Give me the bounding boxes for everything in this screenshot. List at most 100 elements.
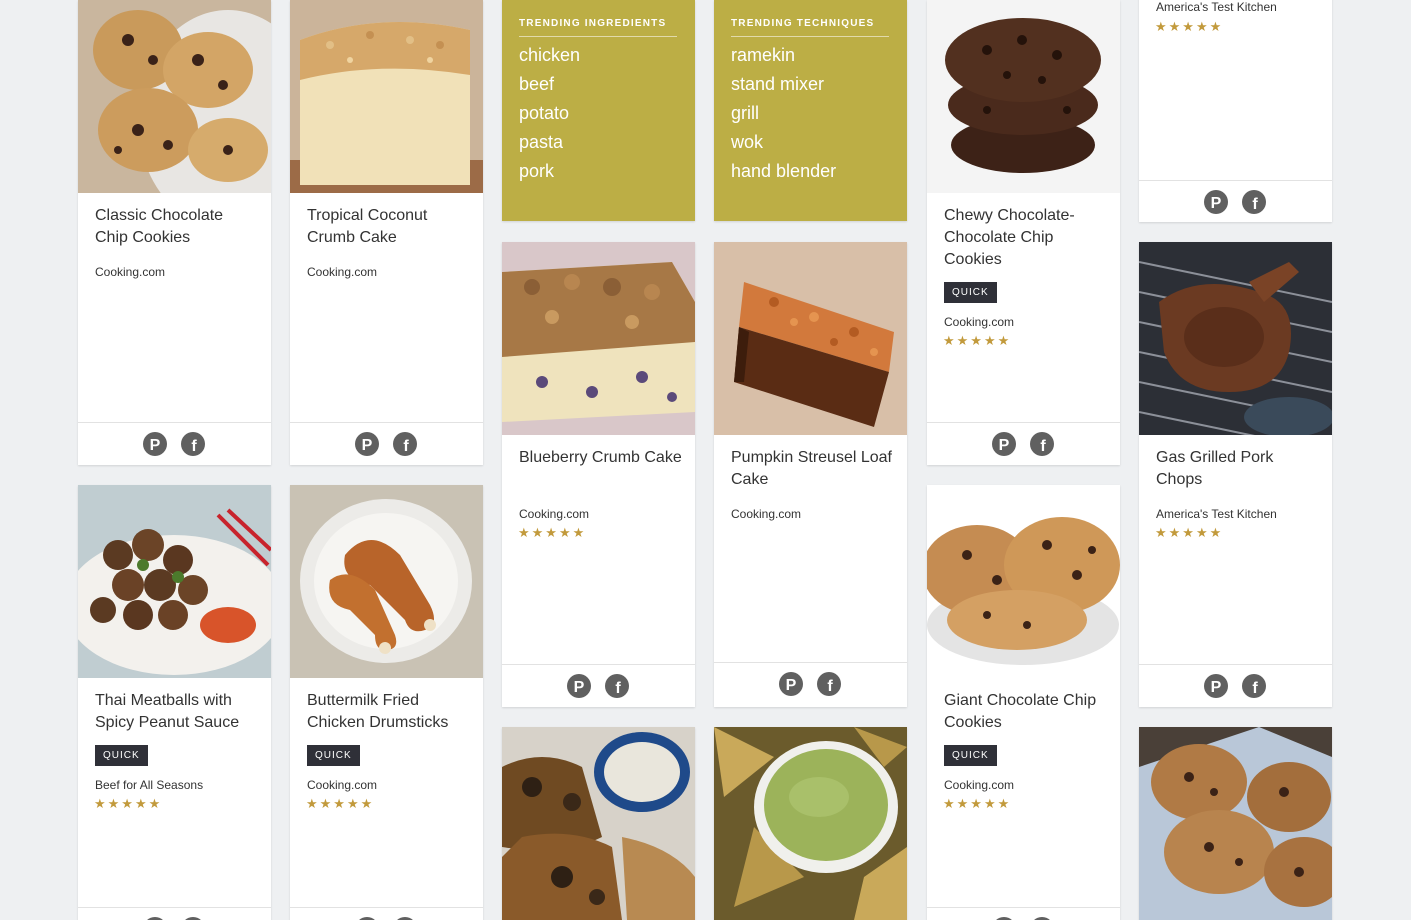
quick-badge: QUICK: [944, 282, 997, 303]
recipe-card[interactable]: Giant Chocolate Chip Cookies QUICK Cooki…: [927, 485, 1120, 920]
pinterest-icon[interactable]: P: [1204, 190, 1228, 214]
trending-ingredients-panel: TRENDING INGREDIENTS chicken beef potato…: [502, 0, 695, 221]
recipe-image[interactable]: [290, 0, 483, 193]
recipe-image[interactable]: [78, 485, 271, 678]
share-bar: P f: [927, 907, 1120, 920]
trending-ingredient-link[interactable]: potato: [519, 99, 580, 128]
svg-text:f: f: [1252, 680, 1258, 697]
rating-stars: ★★★★★: [306, 797, 375, 812]
recipe-card[interactable]: Pumpkin Streusel Loaf Cake Cooking.com P…: [714, 242, 907, 707]
trending-ingredient-link[interactable]: pasta: [519, 128, 580, 157]
trending-ingredient-link[interactable]: beef: [519, 70, 580, 99]
trending-technique-link[interactable]: wok: [731, 128, 836, 157]
share-bar: P f: [714, 662, 907, 705]
recipe-image[interactable]: [927, 0, 1120, 193]
recipe-title[interactable]: Tropical Coconut Crumb Cake: [307, 205, 472, 249]
recipe-source: Cooking.com: [519, 507, 590, 521]
pinterest-icon[interactable]: P: [1204, 674, 1228, 698]
recipe-board: Classic Chocolate Chip Cookies Cooking.c…: [0, 0, 1411, 920]
recipe-title[interactable]: Chewy Chocolate-Chocolate Chip Cookies: [944, 205, 1109, 271]
facebook-icon[interactable]: f: [605, 674, 629, 698]
recipe-card[interactable]: Gas Grilled Pork Chops America's Test Ki…: [1139, 242, 1332, 707]
svg-text:f: f: [1040, 438, 1046, 455]
svg-text:P: P: [1211, 195, 1222, 212]
quick-badge: QUICK: [95, 745, 148, 766]
recipe-image[interactable]: [1139, 727, 1332, 920]
recipe-card[interactable]: America's Test Kitchen ★★★★★ P f: [1139, 0, 1332, 222]
recipe-image[interactable]: [290, 485, 483, 678]
rating-stars: ★★★★★: [518, 526, 587, 541]
share-bar: P f: [927, 422, 1120, 465]
share-bar: P f: [502, 664, 695, 707]
recipe-source: Cooking.com: [944, 778, 1015, 792]
rating-stars: ★★★★★: [943, 797, 1012, 812]
svg-text:f: f: [615, 680, 621, 697]
recipe-image[interactable]: [1139, 242, 1332, 435]
svg-text:f: f: [403, 438, 409, 455]
recipe-image[interactable]: [714, 242, 907, 435]
rating-stars: ★★★★★: [94, 797, 163, 812]
facebook-icon[interactable]: f: [1242, 674, 1266, 698]
recipe-card[interactable]: Thai Meatballs with Spicy Peanut Sauce Q…: [78, 485, 271, 920]
facebook-icon[interactable]: f: [1242, 190, 1266, 214]
recipe-source: Cooking.com: [731, 507, 802, 521]
recipe-title[interactable]: Buttermilk Fried Chicken Drumsticks: [307, 690, 472, 734]
rating-stars: ★★★★★: [1155, 526, 1224, 541]
trending-technique-link[interactable]: stand mixer: [731, 70, 836, 99]
pinterest-icon[interactable]: P: [143, 432, 167, 456]
pinterest-icon[interactable]: P: [992, 432, 1016, 456]
recipe-card[interactable]: Blueberry Crumb Cake Cooking.com ★★★★★ P…: [502, 242, 695, 707]
trending-technique-link[interactable]: hand blender: [731, 157, 836, 186]
recipe-card[interactable]: [502, 727, 695, 920]
trending-technique-link[interactable]: grill: [731, 99, 836, 128]
recipe-image[interactable]: [714, 727, 907, 920]
trending-ingredients-list: chicken beef potato pasta pork: [519, 41, 580, 186]
recipe-image[interactable]: [927, 485, 1120, 678]
recipe-source: Cooking.com: [95, 265, 166, 279]
facebook-icon[interactable]: f: [181, 432, 205, 456]
pinterest-icon[interactable]: P: [355, 432, 379, 456]
share-bar: P f: [1139, 180, 1332, 222]
svg-text:P: P: [1211, 679, 1222, 696]
svg-text:P: P: [574, 679, 585, 696]
share-bar: P f: [78, 422, 271, 465]
svg-text:P: P: [786, 677, 797, 694]
share-bar: P f: [1139, 664, 1332, 707]
rating-stars: ★★★★★: [943, 334, 1012, 349]
recipe-image[interactable]: [502, 727, 695, 920]
recipe-source: Cooking.com: [944, 315, 1015, 329]
trending-ingredients-heading: TRENDING INGREDIENTS: [519, 18, 677, 37]
recipe-title[interactable]: Classic Chocolate Chip Cookies: [95, 205, 260, 249]
recipe-source: Cooking.com: [307, 778, 378, 792]
trending-ingredient-link[interactable]: chicken: [519, 41, 580, 70]
recipe-source: America's Test Kitchen: [1156, 0, 1277, 14]
recipe-card[interactable]: Classic Chocolate Chip Cookies Cooking.c…: [78, 0, 271, 465]
pinterest-icon[interactable]: P: [779, 672, 803, 696]
recipe-title[interactable]: Pumpkin Streusel Loaf Cake: [731, 447, 896, 491]
recipe-title[interactable]: Gas Grilled Pork Chops: [1156, 447, 1321, 491]
svg-text:f: f: [191, 438, 197, 455]
recipe-card[interactable]: Tropical Coconut Crumb Cake Cooking.com …: [290, 0, 483, 465]
recipe-source: Cooking.com: [307, 265, 378, 279]
facebook-icon[interactable]: f: [1030, 432, 1054, 456]
recipe-card[interactable]: Buttermilk Fried Chicken Drumsticks QUIC…: [290, 485, 483, 920]
trending-technique-link[interactable]: ramekin: [731, 41, 836, 70]
recipe-card[interactable]: [714, 727, 907, 920]
trending-techniques-panel: TRENDING TECHNIQUES ramekin stand mixer …: [714, 0, 907, 221]
trending-techniques-list: ramekin stand mixer grill wok hand blend…: [731, 41, 836, 186]
facebook-icon[interactable]: f: [817, 672, 841, 696]
pinterest-icon[interactable]: P: [567, 674, 591, 698]
facebook-icon[interactable]: f: [393, 432, 417, 456]
recipe-card[interactable]: [1139, 727, 1332, 920]
recipe-source: America's Test Kitchen: [1156, 507, 1277, 521]
share-bar: P f: [78, 907, 271, 920]
recipe-title[interactable]: Giant Chocolate Chip Cookies: [944, 690, 1109, 734]
recipe-title[interactable]: Blueberry Crumb Cake: [519, 447, 684, 469]
recipe-image[interactable]: [502, 242, 695, 435]
svg-text:f: f: [1252, 196, 1258, 213]
recipe-card[interactable]: Chewy Chocolate-Chocolate Chip Cookies Q…: [927, 0, 1120, 465]
trending-ingredient-link[interactable]: pork: [519, 157, 580, 186]
trending-techniques-heading: TRENDING TECHNIQUES: [731, 18, 889, 37]
recipe-title[interactable]: Thai Meatballs with Spicy Peanut Sauce: [95, 690, 260, 734]
recipe-image[interactable]: [78, 0, 271, 193]
